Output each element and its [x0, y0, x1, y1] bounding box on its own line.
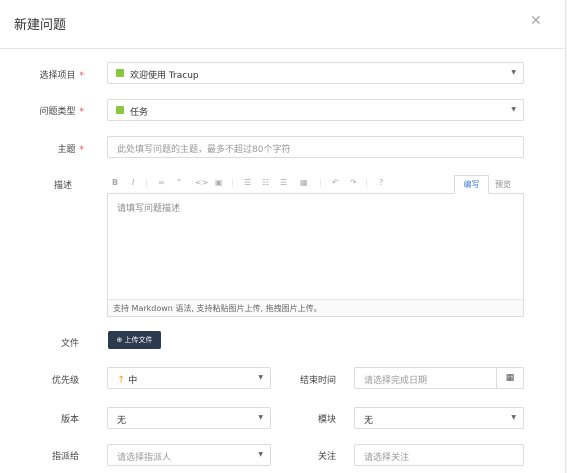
version-select[interactable]: 无 ▼	[107, 407, 271, 429]
watch-input[interactable]: 请选择关注	[354, 444, 524, 466]
subject-label: 主题 *	[57, 145, 84, 155]
tab-edit[interactable]: 编写	[454, 175, 489, 194]
version-label: 版本	[60, 415, 79, 425]
markdown-hint: 支持 Markdown 语法, 支持粘贴图片上传, 拖拽图片上传。	[108, 299, 523, 316]
redo-icon[interactable]: ↷	[350, 178, 357, 187]
italic-icon[interactable]: I	[132, 178, 134, 187]
bold-icon[interactable]: B	[112, 178, 118, 187]
project-color-swatch	[116, 69, 124, 77]
chevron-down-icon: ▼	[258, 374, 263, 381]
chevron-down-icon: ▼	[511, 106, 516, 113]
type-select[interactable]: 任务 ▼	[107, 99, 524, 121]
toolbar-divider: |	[365, 178, 368, 187]
plus-circle-icon: ⊕	[116, 336, 123, 344]
arrow-up-icon: ↑	[117, 375, 126, 386]
type-label: 问题类型 *	[39, 107, 84, 117]
help-icon[interactable]: ?	[379, 178, 383, 187]
project-label: 选择项目 *	[39, 71, 84, 81]
dialog-title: 新建问题	[14, 18, 67, 33]
link-icon[interactable]: ∞	[158, 178, 165, 187]
project-select[interactable]: 欢迎使用 Tracup ▼	[107, 62, 524, 84]
subject-input[interactable]: 此处填写问题的主题，最多不超过80个字符	[107, 136, 524, 158]
toolbar-divider: |	[231, 178, 234, 187]
calendar-icon[interactable]: ▦	[496, 368, 523, 388]
checklist-icon[interactable]: ☰	[280, 178, 287, 187]
dialog-header: 新建问题 ✕	[0, 0, 565, 49]
table-icon[interactable]: ▦	[300, 178, 308, 187]
description-textarea[interactable]: 请填写问题描述 支持 Markdown 语法, 支持粘贴图片上传, 拖拽图片上传…	[107, 193, 524, 317]
image-icon[interactable]: ▣	[215, 178, 223, 187]
toolbar-divider: |	[319, 178, 322, 187]
toolbar-divider: |	[145, 178, 148, 187]
chevron-down-icon: ▼	[511, 414, 516, 421]
priority-label: 优先级	[51, 376, 79, 386]
type-color-swatch	[116, 106, 124, 114]
quote-icon[interactable]: “	[177, 178, 181, 187]
assignee-label: 指派给	[51, 452, 79, 462]
new-issue-dialog: 新建问题 ✕ 选择项目 * 欢迎使用 Tracup ▼ 问题类型 * 任务 ▼ 主题…	[0, 0, 566, 473]
priority-select[interactable]: ↑ 中 ▼	[107, 367, 271, 389]
upload-file-button[interactable]: ⊕ 上传文件	[108, 331, 161, 349]
chevron-down-icon: ▼	[258, 451, 263, 458]
file-label: 文件	[60, 339, 79, 349]
chevron-down-icon: ▼	[511, 69, 516, 76]
module-label: 模块	[317, 415, 336, 425]
close-icon[interactable]: ✕	[530, 13, 542, 29]
undo-icon[interactable]: ↶	[332, 178, 339, 187]
end-time-label: 结束时间	[299, 376, 336, 386]
assignee-select[interactable]: 请选择指派人 ▼	[107, 444, 271, 466]
chevron-down-icon: ▼	[258, 414, 263, 421]
editor-toolbar: B I | ∞ “ <> ▣ | ☰ ☷ ☰ ▦ | ↶ ↷ | ? 编写 预览	[107, 172, 524, 194]
description-editor: B I | ∞ “ <> ▣ | ☰ ☷ ☰ ▦ | ↶ ↷ | ? 编写 预览…	[107, 172, 524, 317]
end-time-input[interactable]: 请选择完成日期 ▦	[354, 367, 524, 389]
description-label: 描述	[53, 181, 72, 191]
module-select[interactable]: 无 ▼	[354, 407, 524, 429]
ordered-list-icon[interactable]: ☰	[244, 178, 251, 187]
tab-preview[interactable]: 预览	[495, 179, 511, 190]
code-icon[interactable]: <>	[195, 178, 208, 187]
watch-label: 关注	[317, 452, 336, 462]
unordered-list-icon[interactable]: ☷	[262, 178, 269, 187]
